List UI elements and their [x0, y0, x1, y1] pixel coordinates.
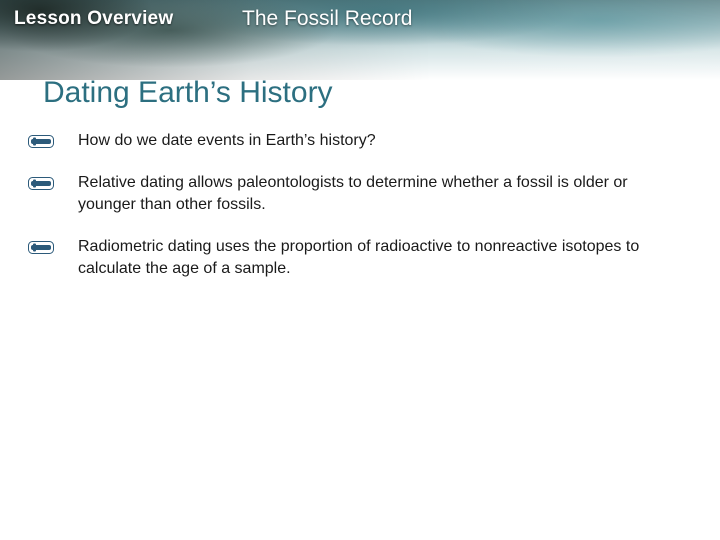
lesson-overview-label: Lesson Overview	[14, 8, 174, 29]
bullet-text: Radiometric dating uses the proportion o…	[78, 238, 640, 277]
bullet-text: How do we date events in Earth’s history…	[78, 132, 376, 149]
bullet-item: Radiometric dating uses the proportion o…	[28, 236, 688, 280]
slide: Lesson Overview The Fossil Record Dating…	[0, 0, 720, 540]
bullet-list: How do we date events in Earth’s history…	[28, 130, 688, 300]
key-bullet-icon	[28, 177, 54, 190]
bullet-text: Relative dating allows paleontologists t…	[78, 174, 628, 213]
key-bullet-icon	[28, 135, 54, 148]
topic-label: The Fossil Record	[242, 7, 413, 30]
bullet-item: Relative dating allows paleontologists t…	[28, 172, 688, 216]
bullet-item: How do we date events in Earth’s history…	[28, 130, 688, 152]
key-bullet-icon	[28, 241, 54, 254]
slide-title: Dating Earth’s History	[43, 76, 333, 109]
